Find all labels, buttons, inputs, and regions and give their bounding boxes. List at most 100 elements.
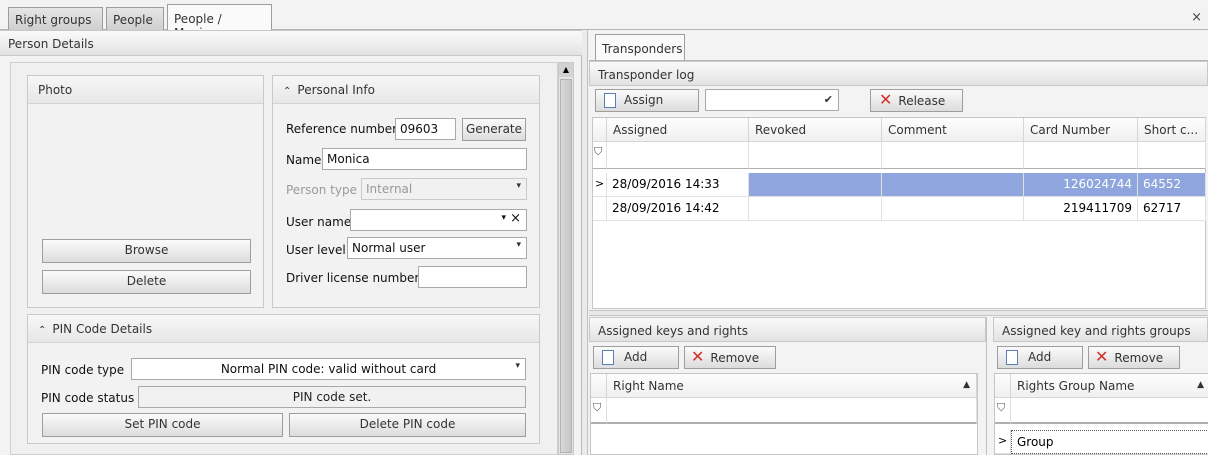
column-header[interactable]: Short c... [1138,118,1206,142]
transponder-log-header: Transponder log [589,61,1208,86]
table-cell[interactable] [749,197,882,221]
new-document-icon [602,350,614,365]
chevron-down-icon: ▾ [516,181,521,191]
button-label: Delete [126,274,167,288]
user-name-label: User name [286,215,352,229]
filter-cell[interactable] [749,142,882,169]
keys-rights-header: Assigned keys and rights [589,317,986,342]
filter-cell[interactable] [607,398,977,424]
tab-label: People [113,13,153,27]
button-label: Set PIN code [124,417,201,431]
select-value: Internal [366,182,413,196]
new-document-icon [604,93,616,108]
table-cell[interactable] [882,173,1024,197]
filter-cell[interactable] [607,142,749,169]
delete-pin-button[interactable]: Delete PIN code [289,413,526,437]
row-indicator-header [591,374,607,398]
person-type-select: Internal ▾ [361,178,527,200]
close-icon[interactable]: × [1191,10,1202,25]
tab-label: Right groups [15,13,92,27]
table-cell[interactable] [882,197,1024,221]
filter-cell[interactable] [882,142,1024,169]
column-header[interactable]: Assigned [607,118,749,142]
scroll-up-icon[interactable]: ▲ [559,63,573,77]
remove-right-button[interactable]: ✕ Remove [684,346,776,369]
button-label: Assign [624,93,664,107]
details-scrollbar[interactable]: ▲ [558,62,574,455]
driver-license-label: Driver license number: [286,271,424,285]
table-cell[interactable]: 126024744 [1024,173,1138,197]
column-header[interactable]: Rights Group Name ▲ [1011,374,1208,398]
sort-ascending-icon: ▲ [963,380,970,390]
person-details-panel: Person Details Photo Browse Delete ⌃ Pers… [0,30,582,455]
funnel-icon: ⛉ [997,401,1006,414]
pin-code-header[interactable]: ⌃ PIN Code Details [28,315,539,343]
scroll-thumb[interactable] [560,79,572,453]
table-cell[interactable]: 64552 [1138,173,1206,197]
filter-cell[interactable] [1024,142,1138,169]
funnel-icon: ⛉ [593,401,602,414]
assign-button[interactable]: Assign [595,89,699,112]
user-level-label: User level [286,243,346,257]
add-group-button[interactable]: Add [997,346,1083,369]
select-value: Normal user [352,241,426,255]
personal-info-header[interactable]: ⌃ Personal Info [273,76,539,104]
button-label: Remove [1114,351,1164,365]
remove-x-icon: ✕ [691,347,705,366]
collapse-chevron-icon[interactable]: ⌃ [283,86,291,97]
group-title: PIN Code Details [52,322,153,336]
remove-group-button[interactable]: ✕ Remove [1088,346,1180,369]
chevron-down-icon: ▾ [516,240,521,250]
delete-photo-button[interactable]: Delete [42,270,251,294]
vertical-splitter[interactable] [582,30,588,455]
tab-right-groups[interactable]: Right groups [8,7,103,30]
checkmark-icon[interactable]: ✔ [824,93,833,106]
horizontal-splitter[interactable] [589,310,1208,316]
clear-icon[interactable]: × [510,211,521,226]
table-cell[interactable]: 28/09/2016 14:42 [607,197,749,221]
chevron-down-icon[interactable]: ▾ [501,213,506,223]
table-cell[interactable]: 219411709 [1024,197,1138,221]
panel-title: Assigned keys and rights [598,324,748,338]
group-title: Personal Info [297,83,375,97]
column-header[interactable]: Comment [882,118,1024,142]
row-indicator-header [995,374,1011,398]
tab-transponders[interactable]: Transponders [595,34,685,60]
assign-card-combo[interactable]: ✔ [705,89,839,111]
user-level-select[interactable]: Normal user ▾ [347,237,527,259]
set-pin-button[interactable]: Set PIN code [42,413,283,437]
transponder-grid: Assigned Revoked Comment Card Number Sho… [592,117,1206,309]
column-header-label: Right Name [613,379,684,393]
filter-cell[interactable] [1138,142,1206,169]
column-header[interactable]: Card Number [1024,118,1138,142]
name-label: Name [286,153,322,167]
tab-label: Transponders [602,42,683,56]
collapse-chevron-icon[interactable]: ⌃ [38,325,46,336]
panel-title: Transponder log [598,68,695,82]
driver-license-field[interactable] [418,266,527,288]
person-type-label: Person type [286,183,357,197]
tab-people-monica[interactable]: People / Monica [167,4,272,40]
panel-title: Person Details [8,37,94,51]
release-button[interactable]: ✕ Release [870,89,963,112]
table-cell[interactable] [749,173,882,197]
funnel-icon: ⛉ [594,145,603,158]
add-right-button[interactable]: Add [593,346,679,369]
pin-code-group: ⌃ PIN Code Details PIN code type Normal P… [27,314,540,444]
filter-cell[interactable] [1011,398,1208,424]
column-header[interactable]: Right Name ▲ [607,374,977,398]
generate-button[interactable]: Generate [462,118,526,141]
table-cell[interactable]: 62717 [1138,197,1206,221]
name-field[interactable]: Monica [322,148,527,170]
column-header[interactable]: Revoked [749,118,882,142]
user-name-combo[interactable]: ▾ × [350,209,527,231]
new-document-icon [1006,350,1018,365]
browse-button[interactable]: Browse [42,239,251,263]
table-cell[interactable]: 28/09/2016 14:33 [607,173,749,197]
pin-type-select[interactable]: Normal PIN code: valid without card ▾ [131,358,526,380]
row-indicator [593,197,607,221]
list-item[interactable]: Group [1011,430,1208,454]
column-header-label: Rights Group Name [1017,379,1135,393]
reference-number-field[interactable]: 09603 [395,118,456,140]
tab-people[interactable]: People [106,7,164,30]
